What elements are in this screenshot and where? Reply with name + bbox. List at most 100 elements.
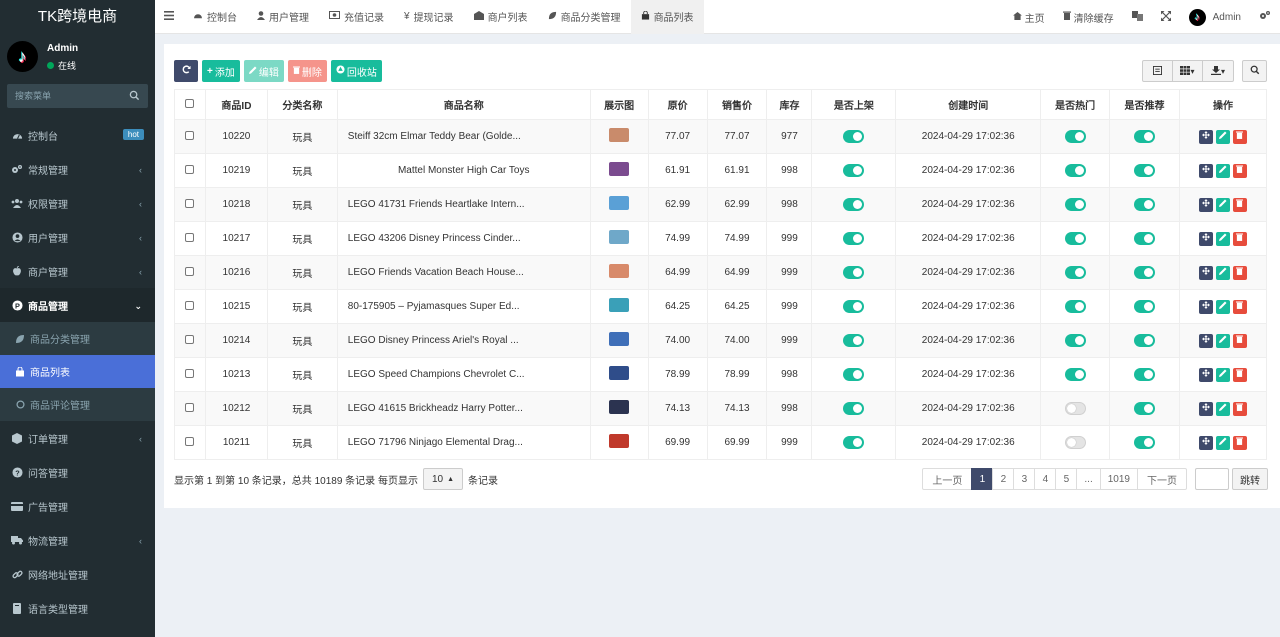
sidebar-item-ads[interactable]: 广告管理 [0,489,155,523]
drag-sort-button[interactable] [1198,129,1213,144]
delete-button[interactable]: 删除 [287,60,327,82]
table-row[interactable]: 10215 玩具 80-175905 – Pyjamasques Super Ed.… [174,289,1268,324]
page-button[interactable]: 4 [1034,468,1057,490]
column-header[interactable]: 创建时间 [895,89,1042,120]
product-thumbnail[interactable] [609,162,630,176]
column-header[interactable]: 是否热门 [1040,89,1111,120]
tab-recharge[interactable]: 充值记录 [319,0,394,34]
drag-sort-button[interactable] [1198,333,1213,348]
recommend-toggle[interactable] [1134,164,1156,177]
row-checkbox[interactable] [185,334,195,344]
recommend-toggle[interactable] [1134,300,1156,313]
settings-button[interactable] [1250,0,1280,34]
row-edit-button[interactable] [1215,401,1230,416]
hot-toggle[interactable] [1064,266,1086,279]
tab-users[interactable]: 用户管理 [247,0,319,34]
prev-page-button[interactable]: 上一页 [922,468,973,490]
drag-sort-button[interactable] [1198,265,1213,280]
row-edit-button[interactable] [1215,231,1230,246]
row-checkbox[interactable] [185,164,195,174]
drag-sort-button[interactable] [1198,299,1213,314]
hot-toggle[interactable] [1064,130,1086,143]
drag-sort-button[interactable] [1198,367,1213,382]
columns-dropdown[interactable]: ▾ [1173,61,1203,81]
recommend-toggle[interactable] [1134,266,1156,279]
drag-sort-button[interactable] [1198,197,1213,212]
toggle-view-button[interactable] [1143,61,1173,81]
product-thumbnail[interactable] [609,264,630,278]
hot-toggle[interactable] [1064,232,1086,245]
on-sale-toggle[interactable] [843,232,865,245]
sidebar-item-product-reviews[interactable]: 商品评论管理 [0,388,155,421]
table-row[interactable]: 10218 玩具 LEGO 41731 Friends Heartlake Inte… [174,187,1268,222]
row-checkbox[interactable] [185,198,195,208]
tab-withdraw[interactable]: ¥ 提现记录 [394,0,464,34]
table-row[interactable]: 10220 玩具 Steiff 32cm Elmar Teddy Bear (Gol… [174,119,1268,154]
hot-toggle[interactable] [1064,368,1086,381]
menu-toggle-button[interactable] [155,0,183,34]
product-thumbnail[interactable] [609,128,630,142]
sidebar-item-product-list[interactable]: 商品列表 [0,355,155,388]
row-delete-button[interactable] [1232,163,1247,178]
sidebar-item-merchants[interactable]: 商户管理 ‹ [0,254,155,288]
page-button[interactable]: 2 [992,468,1015,490]
app-logo[interactable]: TK跨境电商 [0,0,155,34]
product-thumbnail[interactable] [609,434,630,448]
drag-sort-button[interactable] [1198,231,1213,246]
product-thumbnail[interactable] [609,332,630,346]
row-checkbox[interactable] [185,300,195,310]
on-sale-toggle[interactable] [843,266,865,279]
hot-toggle[interactable] [1064,402,1086,415]
recommend-toggle[interactable] [1134,130,1156,143]
recommend-toggle[interactable] [1134,368,1156,381]
home-link[interactable]: 主页 [1004,0,1054,34]
row-checkbox[interactable] [185,402,195,412]
column-header[interactable]: 展示图 [589,89,649,120]
product-thumbnail[interactable] [609,400,630,414]
next-page-button[interactable]: 下一页 [1137,468,1187,490]
clear-cache-button[interactable]: 清除缓存 [1054,0,1123,34]
sidebar-item-general[interactable]: 常规管理 ‹ [0,152,155,186]
row-edit-button[interactable] [1215,265,1230,280]
hot-toggle[interactable] [1064,300,1086,313]
row-delete-button[interactable] [1232,401,1247,416]
row-delete-button[interactable] [1232,197,1247,212]
row-delete-button[interactable] [1232,231,1247,246]
on-sale-toggle[interactable] [843,164,865,177]
row-edit-button[interactable] [1215,367,1230,382]
recommend-toggle[interactable] [1134,402,1156,415]
sidebar-item-permission[interactable]: 权限管理 ‹ [0,186,155,220]
row-delete-button[interactable] [1232,435,1247,450]
column-header[interactable]: 商品名称 [336,89,591,120]
sidebar-item-qa[interactable]: ? 问答管理 [0,455,155,489]
row-edit-button[interactable] [1215,163,1230,178]
sidebar-item-product-categories[interactable]: 商品分类管理 [0,322,155,355]
column-header[interactable]: 分类名称 [266,89,338,120]
row-checkbox[interactable] [185,232,195,242]
select-all-checkbox[interactable] [185,98,195,108]
table-search-button[interactable] [1242,60,1267,82]
product-thumbnail[interactable] [609,298,630,312]
page-button[interactable]: 1 [971,468,994,490]
sidebar-item-dashboard[interactable]: 控制台 hot [0,118,155,152]
row-edit-button[interactable] [1215,129,1230,144]
product-thumbnail[interactable] [609,230,630,244]
table-row[interactable]: 10216 玩具 LEGO Friends Vacation Beach House… [174,255,1268,290]
search-icon[interactable] [129,90,140,101]
product-thumbnail[interactable] [609,196,630,210]
recommend-toggle[interactable] [1134,436,1156,449]
on-sale-toggle[interactable] [843,198,865,211]
user-menu[interactable]: ♪ Admin [1180,0,1250,34]
fullscreen-button[interactable] [1152,0,1180,34]
column-header[interactable]: 是否上架 [811,89,897,120]
sidebar-item-language[interactable]: 语言类型管理 [0,591,155,625]
row-delete-button[interactable] [1232,367,1247,382]
hot-toggle[interactable] [1064,436,1086,449]
drag-sort-button[interactable] [1198,401,1213,416]
row-edit-button[interactable] [1215,435,1230,450]
row-checkbox[interactable] [185,266,195,276]
tab-product-list[interactable]: 商品列表 [630,0,704,34]
column-header[interactable]: 原价 [647,89,708,120]
table-row[interactable]: 10213 玩具 LEGO Speed Champions Chevrolet C.… [174,357,1268,392]
table-row[interactable]: 10211 玩具 LEGO 71796 Ninjago Elemental Drag… [174,425,1268,460]
